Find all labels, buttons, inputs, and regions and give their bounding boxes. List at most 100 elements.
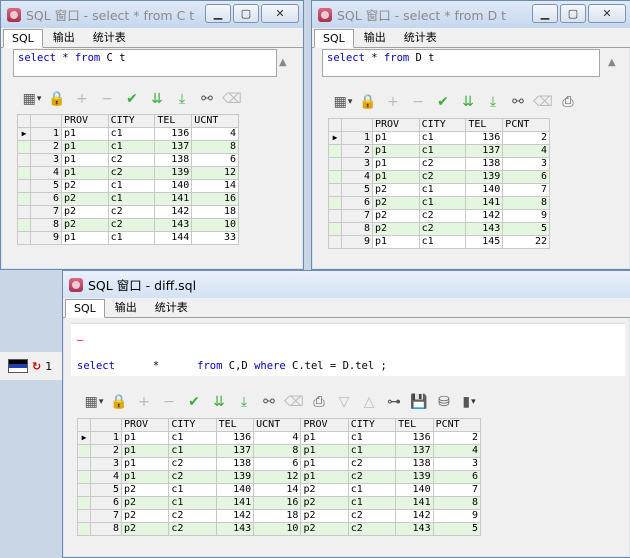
table-cell[interactable]: p1 [61,166,109,180]
table-cell[interactable]: p2 [300,509,349,523]
table-cell[interactable]: p1 [120,457,170,471]
table-row[interactable]: 6 p2 c1 141 16 p2 c1 141 8 [77,496,482,510]
table-cell[interactable]: c2 [418,222,467,236]
table-cell[interactable]: 4 [502,144,550,158]
table-row[interactable]: ▶ 1 p1 c1 136 4 [17,127,239,141]
table-row[interactable]: 3 p1 c2 138 3 [328,157,550,171]
check-icon[interactable]: ✔ [121,88,143,110]
table-cell[interactable]: p2 [120,522,170,536]
column-header[interactable]: PROV [372,118,420,132]
table-cell[interactable]: c1 [418,235,467,249]
table-cell[interactable]: p1 [120,470,170,484]
table-cell[interactable]: c2 [418,209,467,223]
table-cell[interactable]: 141 [465,196,504,210]
title-bar[interactable]: SQL 窗口 - select * from D t ▁ ▢ ✕ [312,1,630,28]
table-cell[interactable]: p1 [61,231,109,245]
table-cell[interactable]: p2 [372,209,420,223]
table-row[interactable]: ▶ 1 p1 c1 136 2 [328,131,550,145]
table-cell[interactable]: c1 [168,483,217,497]
table-cell[interactable]: 10 [191,218,239,232]
table-cell[interactable]: 145 [465,235,504,249]
table-cell[interactable]: 137 [465,144,504,158]
plus-icon[interactable]: + [133,391,155,413]
table-cell[interactable]: 8 [191,140,239,154]
table-cell[interactable]: 7 [502,183,550,197]
result-grid[interactable]: PROV CITY TEL UCNT ▶ 1 p1 c1 136 4 2 p1 c1 137 8 3 p… [17,114,239,245]
table-cell[interactable]: 10 [253,522,302,536]
table-cell[interactable]: 140 [395,483,434,497]
title-bar[interactable]: SQL 窗口 - diff.sql [63,271,630,298]
table-cell[interactable]: 139 [465,170,504,184]
table-cell[interactable]: c2 [418,157,467,171]
grid-icon[interactable]: ▦ [21,88,43,110]
table-cell[interactable]: p1 [300,457,349,471]
table-cell[interactable]: 138 [395,457,434,471]
tab-stats[interactable]: 统计表 [396,27,445,47]
export-icon[interactable]: ⎙ [308,391,330,413]
table-cell[interactable]: p1 [61,140,109,154]
column-header[interactable]: PROV [300,418,349,432]
tab-output[interactable]: 输出 [107,297,145,317]
tab-stats[interactable]: 统计表 [147,297,196,317]
table-cell[interactable]: 6 [191,153,239,167]
table-cell[interactable]: 22 [502,235,550,249]
column-header[interactable]: CITY [418,118,467,132]
table-cell[interactable]: 143 [215,522,255,536]
table-cell[interactable]: 143 [154,218,193,232]
arrow-down-icon[interactable]: ▽ [333,391,355,413]
table-cell[interactable]: c2 [347,457,397,471]
table-cell[interactable]: p2 [300,496,349,510]
sql-editor[interactable]: select * from D t [322,49,600,77]
table-cell[interactable]: 12 [191,166,239,180]
column-header[interactable]: CITY [168,418,217,432]
column-header[interactable]: PCNT [502,118,550,132]
table-cell[interactable]: 8 [502,196,550,210]
column-header[interactable]: TEL [395,418,434,432]
table-cell[interactable]: c1 [107,231,156,245]
table-cell[interactable]: p2 [61,218,109,232]
binoculars-icon[interactable]: ⚯ [507,91,529,113]
save-icon[interactable]: 💾 [408,391,430,413]
table-row[interactable]: 4 p1 c2 139 12 [17,166,239,180]
minus-icon[interactable]: − [407,91,429,113]
table-cell[interactable]: p1 [300,444,349,458]
table-cell[interactable]: 7 [432,483,482,497]
table-cell[interactable]: c1 [347,444,397,458]
table-cell[interactable]: c2 [168,509,217,523]
table-cell[interactable]: 8 [432,496,482,510]
sql-editor[interactable]: — select * from C,D where C.tel = D.tel … [71,323,625,376]
scroll-up-icon[interactable]: ▲ [279,57,287,68]
plus-icon[interactable]: + [382,91,404,113]
table-cell[interactable]: c2 [418,170,467,184]
table-cell[interactable]: 2 [432,431,482,445]
tab-sql[interactable]: SQL [65,299,105,318]
database-icon[interactable]: ⛁ [433,391,455,413]
grid-icon[interactable]: ▦ [332,91,354,113]
table-cell[interactable]: p2 [120,509,170,523]
table-cell[interactable]: c2 [347,522,397,536]
table-row[interactable]: 8 p2 c2 143 10 [17,218,239,232]
table-cell[interactable]: p2 [300,522,349,536]
table-cell[interactable]: 144 [154,231,193,245]
column-header[interactable] [341,118,373,132]
column-header[interactable]: PROV [61,114,109,128]
table-row[interactable]: 3 p1 c2 138 6 [17,153,239,167]
table-cell[interactable]: 137 [154,140,193,154]
tab-output[interactable]: 输出 [356,27,394,47]
table-cell[interactable]: c2 [168,470,217,484]
table-cell[interactable]: 9 [432,509,482,523]
table-cell[interactable]: c2 [107,153,156,167]
table-row[interactable]: ▶ 1 p1 c1 136 4 p1 c1 136 2 [77,431,482,445]
table-cell[interactable]: p1 [300,470,349,484]
column-header[interactable]: CITY [347,418,397,432]
check-icon[interactable]: ✔ [432,91,454,113]
result-grid[interactable]: PROV CITY TEL PCNT ▶ 1 p1 c1 136 2 2 p1 c1 137 4 3 p… [328,118,550,249]
table-cell[interactable]: c2 [168,457,217,471]
tab-sql[interactable]: SQL [314,29,354,48]
table-cell[interactable]: 143 [465,222,504,236]
table-cell[interactable]: c1 [107,179,156,193]
table-row[interactable]: 5 p2 c1 140 7 [328,183,550,197]
table-cell[interactable]: p2 [61,205,109,219]
sql-editor[interactable]: select * from C t [13,49,277,77]
table-cell[interactable]: c2 [347,509,397,523]
